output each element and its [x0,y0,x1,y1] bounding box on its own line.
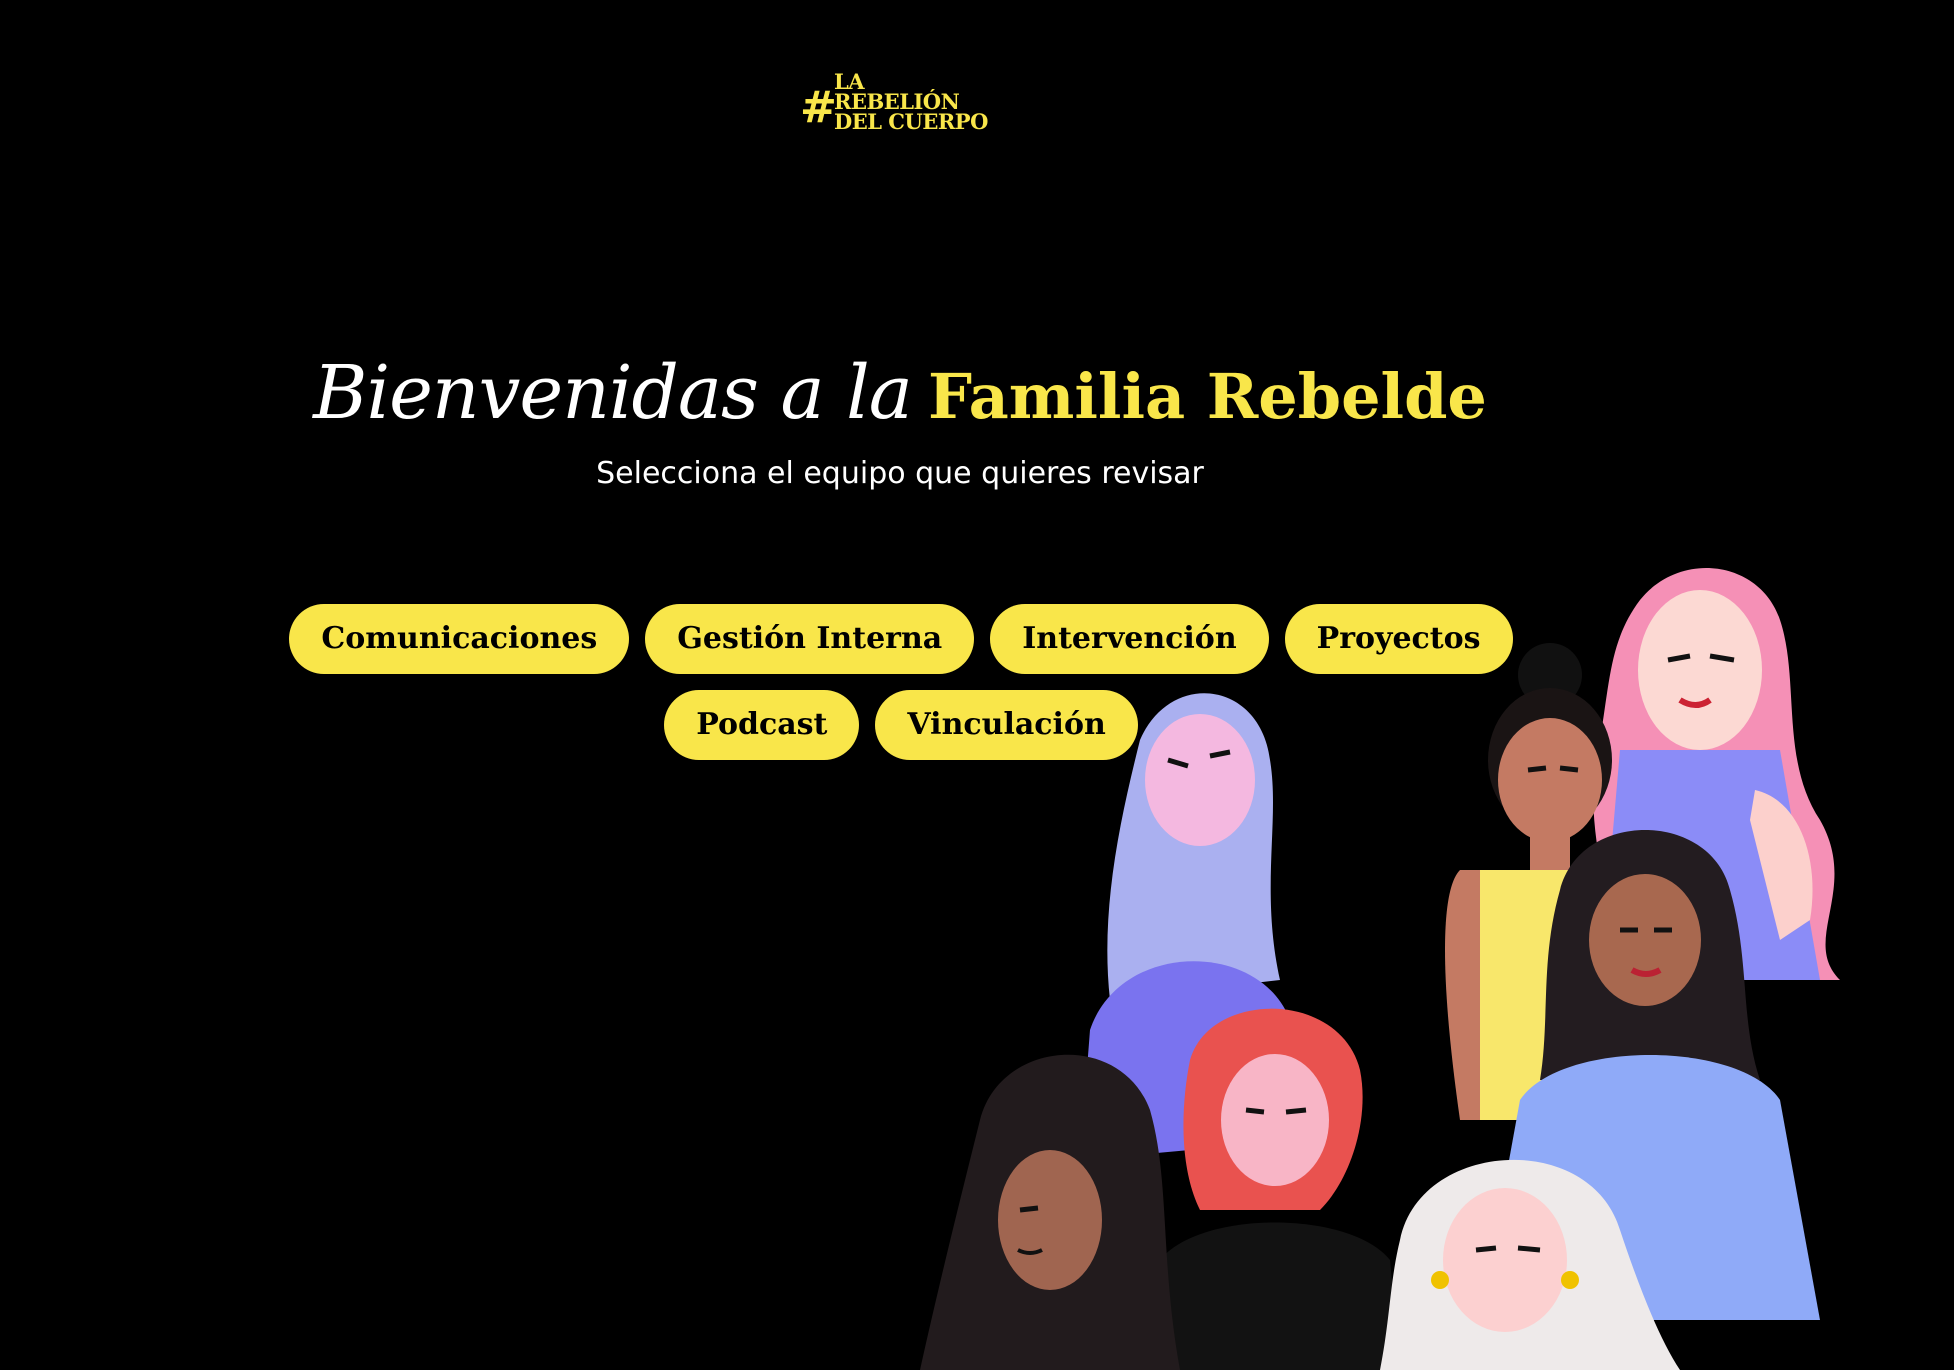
team-button-podcast[interactable]: Podcast [664,690,860,760]
logo-text: LA REBELIÓN DEL CUERPO [834,71,988,134]
brand-logo[interactable]: # LA REBELIÓN DEL CUERPO [800,68,1000,144]
title-bold: Familia Rebelde [927,360,1487,433]
team-button-comunicaciones[interactable]: Comunicaciones [289,604,630,674]
page-subtitle: Selecciona el equipo que quieres revisar [596,456,1204,491]
logo-line-3: DEL CUERPO [834,109,988,134]
title-script: Bienvenidas a la [313,350,913,436]
logo-hash: # [800,82,837,133]
woman-profile [920,1054,1180,1370]
page-title: Bienvenidas a la Familia Rebelde [0,350,1800,436]
women-group-illustration [920,567,1840,1370]
